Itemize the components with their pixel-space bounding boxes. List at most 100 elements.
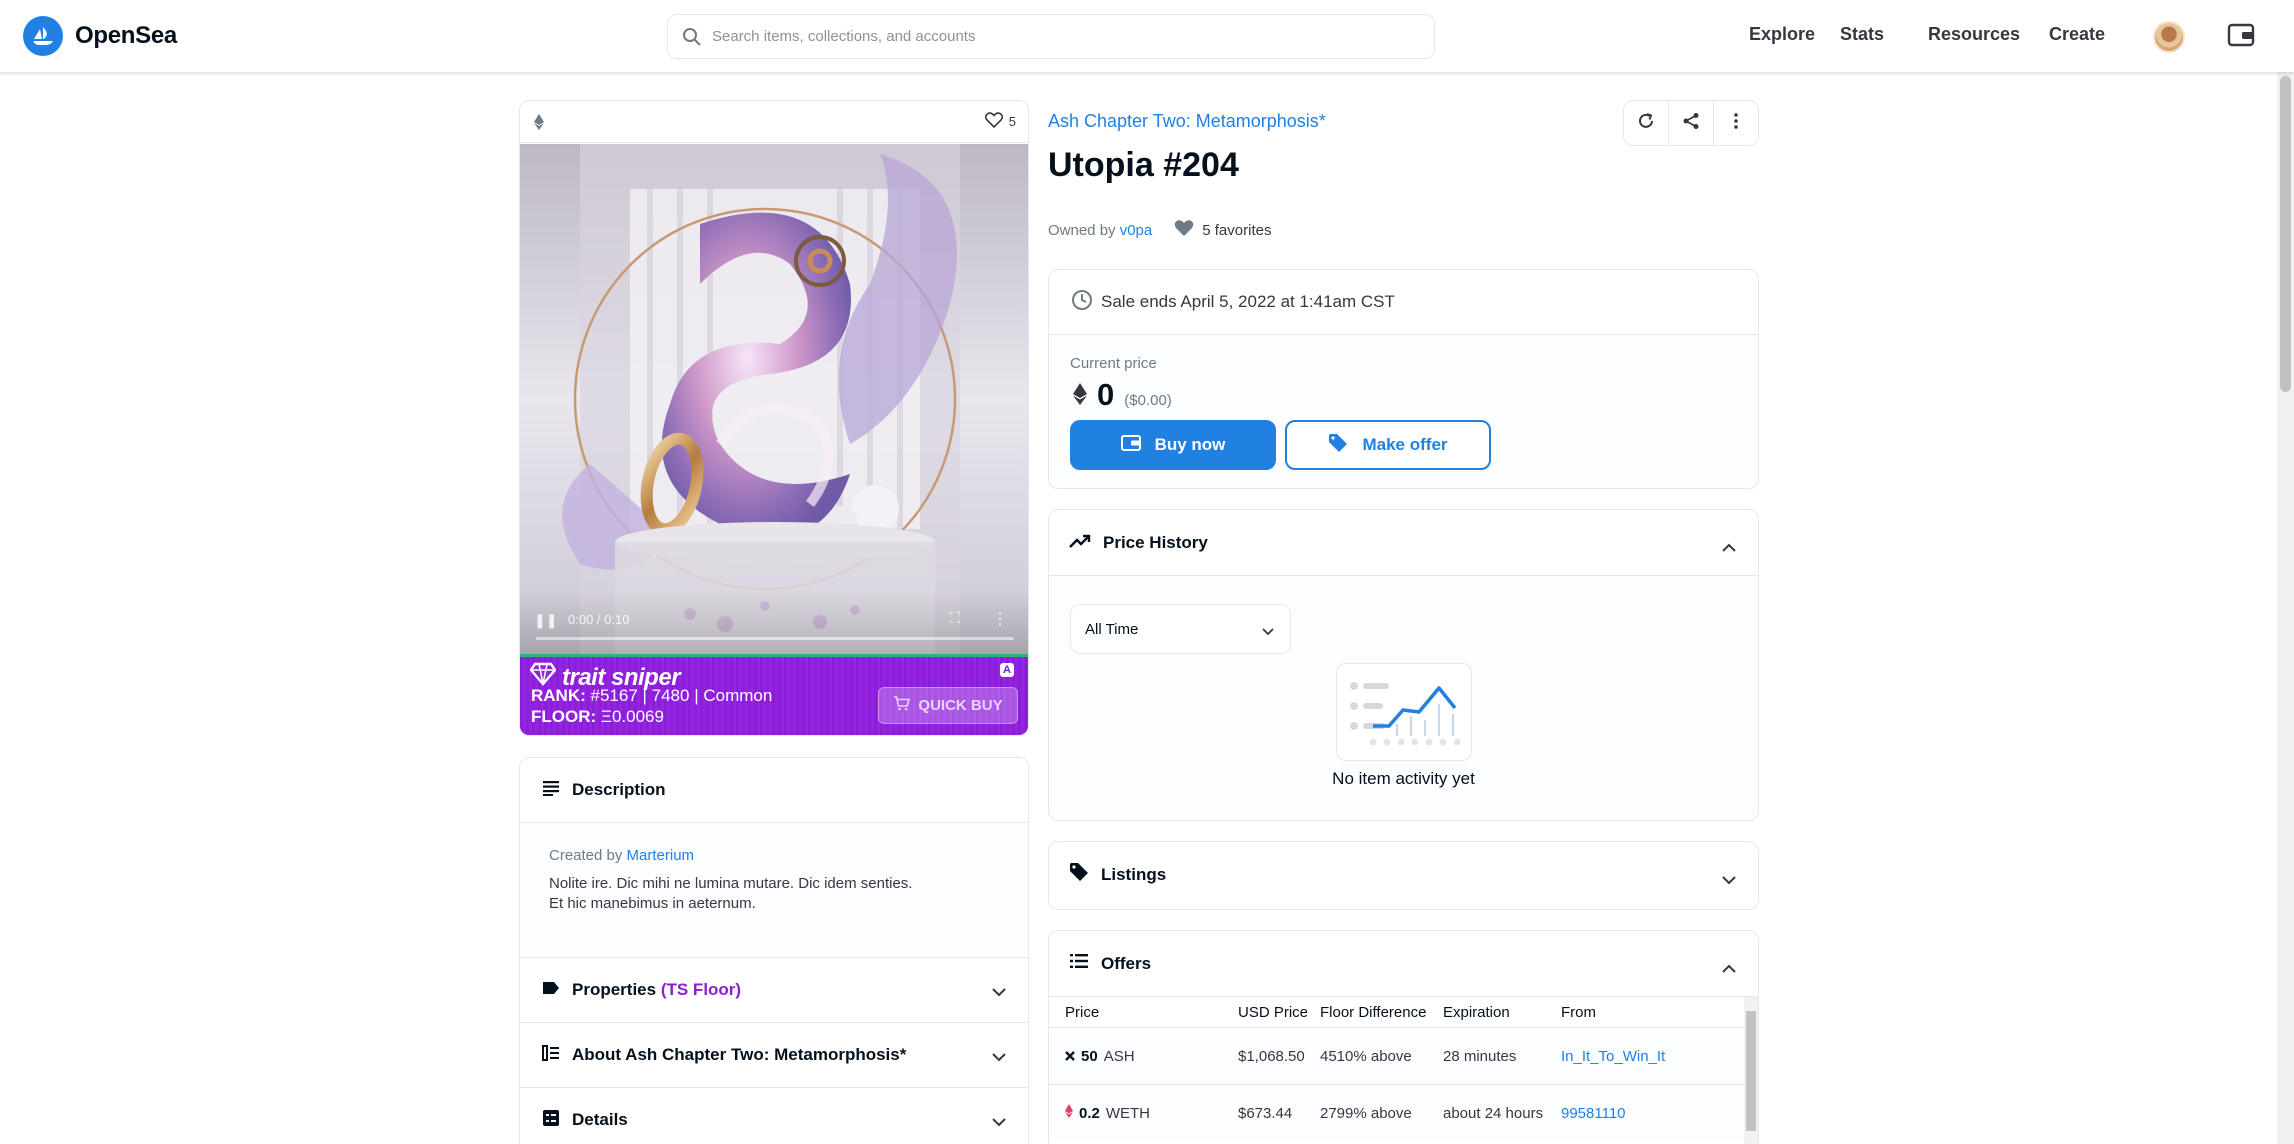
column-from[interactable]: From xyxy=(1561,1004,1711,1021)
nav-create[interactable]: Create xyxy=(2049,24,2105,45)
chevron-down-icon xyxy=(992,982,1006,1002)
subject-icon xyxy=(542,1044,560,1066)
ts-floor-label[interactable]: (TS Floor) xyxy=(661,980,741,999)
ash-token-icon xyxy=(1065,1048,1075,1065)
offers-scrollbar-thumb[interactable] xyxy=(1746,1011,1756,1131)
heart-icon xyxy=(1174,219,1194,241)
current-price-usd: ($0.00) xyxy=(1124,392,1172,409)
offers-header[interactable]: Offers xyxy=(1049,931,1758,996)
favorite-button[interactable]: 5 xyxy=(984,112,1016,131)
details-list-icon xyxy=(542,1109,560,1132)
opensea-logo-icon xyxy=(23,16,63,56)
tag-icon xyxy=(1328,433,1348,458)
price-history-title: Price History xyxy=(1103,532,1208,552)
rank-label: RANK: xyxy=(531,686,586,705)
time-range-select[interactable]: All Time xyxy=(1070,604,1291,654)
price-row: 0 ($0.00) xyxy=(1073,377,1172,413)
price-history-panel: Price History All Time No item activity … xyxy=(1048,509,1759,821)
make-offer-button[interactable]: Make offer xyxy=(1285,420,1491,470)
offer-amount: 50 xyxy=(1081,1047,1098,1065)
nav-resources[interactable]: Resources xyxy=(1928,24,2020,45)
ethereum-icon xyxy=(1073,383,1087,410)
offers-scrollbar[interactable] xyxy=(1744,997,1758,1144)
page-scrollbar[interactable] xyxy=(2277,72,2294,1144)
properties-header[interactable]: Properties (TS Floor) xyxy=(520,958,1028,1023)
description-title: Description xyxy=(572,780,666,799)
column-price[interactable]: Price xyxy=(1049,1004,1238,1021)
chevron-down-icon xyxy=(1722,870,1736,890)
chevron-down-icon xyxy=(992,1047,1006,1067)
quick-buy-button[interactable]: QUICK BUY xyxy=(878,687,1018,724)
listings-header[interactable]: Listings xyxy=(1049,842,1758,907)
description-line-1: Nolite ire. Dic mihi ne lumina mutare. D… xyxy=(549,875,913,892)
column-floor-difference[interactable]: Floor Difference xyxy=(1320,1004,1443,1021)
offers-table: Price USD Price Floor Difference Expirat… xyxy=(1049,996,1758,1144)
nft-artwork xyxy=(520,144,1028,654)
trait-sniper-badge[interactable]: A xyxy=(1000,663,1014,677)
description-header[interactable]: Description xyxy=(520,758,1028,823)
owner-row: Owned by v0pa 5 favorites xyxy=(1048,219,1271,241)
offer-from-link[interactable]: 99581110 xyxy=(1561,1105,1711,1122)
offers-list-icon xyxy=(1069,953,1089,974)
created-by-label: Created by xyxy=(549,847,623,864)
opensea-logo[interactable]: OpenSea xyxy=(23,16,177,56)
floor-label: FLOOR: xyxy=(531,707,597,726)
chevron-down-icon xyxy=(992,1112,1006,1132)
fullscreen-icon[interactable]: ⛶ xyxy=(949,610,960,627)
sale-end-row: Sale ends April 5, 2022 at 1:41am CST xyxy=(1049,270,1758,335)
more-options-button[interactable] xyxy=(1714,101,1758,145)
owned-by-label: Owned by xyxy=(1048,221,1116,239)
listings-panel: Listings xyxy=(1048,841,1759,910)
more-vertical-icon xyxy=(1734,112,1738,134)
details-header[interactable]: Details xyxy=(520,1088,1028,1144)
wallet-icon[interactable] xyxy=(2227,22,2255,53)
weth-icon xyxy=(1065,1104,1073,1122)
offer-currency: WETH xyxy=(1105,1104,1151,1122)
owner-link[interactable]: v0pa xyxy=(1120,222,1153,239)
refresh-button[interactable] xyxy=(1624,101,1669,145)
item-title: Utopia #204 xyxy=(1048,146,1239,184)
clock-icon xyxy=(1071,289,1093,316)
nft-video[interactable]: ❚❚ 0:00 / 0:10 ⛶ ⋮ xyxy=(520,144,1028,654)
profile-avatar[interactable] xyxy=(2153,21,2185,53)
search-input[interactable] xyxy=(712,28,1434,45)
trending-up-icon xyxy=(1069,533,1091,553)
details-title: Details xyxy=(572,1110,628,1129)
share-button[interactable] xyxy=(1669,101,1714,145)
chevron-down-icon xyxy=(1262,623,1274,640)
nav-explore[interactable]: Explore xyxy=(1749,24,1815,45)
offer-currency: ASH xyxy=(1103,1047,1135,1065)
offer-from-link[interactable]: In_It_To_Win_It xyxy=(1561,1048,1711,1065)
description-line-2: Et hic manebimus in aeternum. xyxy=(549,895,756,912)
created-by: Created by Marterium xyxy=(549,847,999,864)
creator-link[interactable]: Marterium xyxy=(627,847,695,864)
buy-now-label: Buy now xyxy=(1154,435,1226,454)
offer-expiration: 28 minutes xyxy=(1443,1047,1517,1065)
offer-usd: $1,068.50 xyxy=(1238,1047,1305,1065)
favorite-count: 5 xyxy=(1008,114,1016,129)
column-usd-price[interactable]: USD Price xyxy=(1238,1004,1320,1021)
description-body: Created by Marterium Nolite ire. Dic mih… xyxy=(520,823,1028,958)
more-vertical-icon[interactable]: ⋮ xyxy=(992,609,1008,629)
page-scrollbar-thumb[interactable] xyxy=(2280,76,2291,392)
price-history-header[interactable]: Price History xyxy=(1049,510,1758,575)
current-price-label: Current price xyxy=(1070,355,1157,372)
nav-stats[interactable]: Stats xyxy=(1840,24,1884,45)
rank-value: #5167 | 7480 | Common xyxy=(590,686,773,705)
properties-title: Properties xyxy=(572,980,657,999)
buy-now-button[interactable]: Buy now xyxy=(1070,420,1276,470)
make-offer-label: Make offer xyxy=(1362,435,1448,454)
time-range-value: All Time xyxy=(1085,620,1139,638)
search-bar[interactable] xyxy=(667,14,1435,59)
refresh-icon xyxy=(1637,112,1655,135)
about-collection-header[interactable]: About Ash Chapter Two: Metamorphosis* xyxy=(520,1023,1028,1088)
price-section: Current price 0 ($0.00) Buy now Make off… xyxy=(1049,335,1758,488)
floor-value: Ξ0.0069 xyxy=(600,707,664,726)
collection-link[interactable]: Ash Chapter Two: Metamorphosis* xyxy=(1048,111,1326,132)
video-progress-bar[interactable] xyxy=(536,637,1014,640)
trait-sniper-banner: trait sniper RANK: #5167 | 7480 | Common… xyxy=(520,654,1028,735)
column-expiration[interactable]: Expiration xyxy=(1443,1004,1561,1021)
sale-ends-text: Sale ends April 5, 2022 at 1:41am CST xyxy=(1101,292,1395,311)
pause-icon[interactable]: ❚❚ xyxy=(534,612,557,629)
top-nav-bar: OpenSea Explore Stats Resources Create xyxy=(0,0,2294,72)
